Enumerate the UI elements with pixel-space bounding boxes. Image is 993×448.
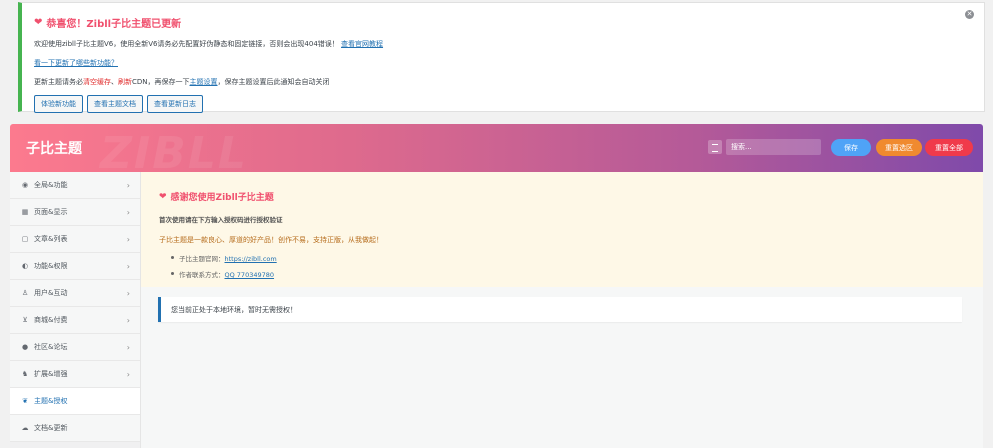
- search-input[interactable]: [726, 139, 821, 155]
- sidebar-item-extensions[interactable]: ♞ 扩展&增强 ›: [10, 361, 140, 388]
- sidebar: ◉ 全局&功能 › ▦ 页面&显示 › ▢ 文章&列表 › ◐ 功能&权限 › …: [10, 172, 141, 448]
- list-item: 作者联系方式：QQ 770349780: [171, 269, 965, 279]
- community-icon: ●: [21, 343, 29, 351]
- chevron-right-icon: ›: [126, 261, 130, 271]
- sidebar-item-global[interactable]: ◉ 全局&功能 ›: [10, 172, 140, 199]
- chevron-right-icon: ›: [126, 180, 130, 190]
- sidebar-item-users[interactable]: ♙ 用户&互动 ›: [10, 280, 140, 307]
- calendar-icon: ▦: [21, 208, 29, 216]
- update-notice: ❤ 恭喜您！Zibll子比主题已更新 欢迎使用zibll子比主题V6，使用全新V…: [18, 2, 985, 113]
- puzzle-icon: ♞: [21, 370, 29, 378]
- view-changelog-button[interactable]: 查看更新日志: [147, 95, 203, 113]
- list-item: 子比主题官网：https://zibll.com: [171, 253, 965, 263]
- notice-title-text: 恭喜您！Zibll子比主题已更新: [46, 19, 182, 30]
- cart-icon: ⊻: [22, 316, 28, 324]
- notice-line-3-f: ，再保存一下: [147, 78, 190, 86]
- chevron-right-icon: ›: [126, 342, 130, 352]
- sidebar-item-authorization[interactable]: ❦ 主题&授权: [10, 388, 140, 415]
- sidebar-item-label: 功能&权限: [34, 262, 68, 270]
- welcome-subtitle: 首次使用请在下方输入授权码进行授权验证: [159, 216, 283, 224]
- panel-header: ZIBLL 子比主题 保存 重置选区 重置全部: [10, 124, 983, 179]
- welcome-panel: ❤ 感谢您使用Zibll子比主题 首次使用请在下方输入授权码进行授权验证 子比主…: [141, 172, 983, 287]
- view-docs-button[interactable]: 查看主题文档: [87, 95, 143, 113]
- chevron-right-icon: ›: [126, 288, 130, 298]
- heart-icon: ❤: [159, 191, 167, 202]
- notice-line-3: 更新主题请务必清空缓存、刷新CDN，再保存一下主题设置，保存主题设置后此通知会自…: [34, 77, 972, 87]
- notice-line-3-c: 、: [111, 78, 118, 86]
- notice-line-3-h: ，保存主题设置后此通知会自动关闭: [217, 78, 330, 86]
- sidebar-item-posts[interactable]: ▢ 文章&列表 ›: [10, 226, 140, 253]
- menu-icon[interactable]: [708, 140, 722, 154]
- main-content: ❤ 感谢您使用Zibll子比主题 首次使用请在下方输入授权码进行授权验证 子比主…: [141, 172, 983, 448]
- contact-label: 作者联系方式：: [179, 271, 225, 279]
- sidebar-item-label: 全局&功能: [34, 181, 68, 189]
- try-new-features-button[interactable]: 体验新功能: [34, 95, 83, 113]
- chevron-right-icon: ›: [126, 207, 130, 217]
- license-info-box: 您当前正处于本地环境，暂时无需授权！: [158, 297, 962, 322]
- clear-cache-text: 清空缓存: [83, 78, 111, 86]
- sidebar-item-label: 扩展&增强: [34, 370, 68, 378]
- license-info-text: 您当前正处于本地环境，暂时无需授权！: [171, 305, 297, 314]
- globe-icon: ◉: [21, 181, 29, 189]
- user-icon: ♙: [21, 289, 29, 297]
- heart-icon: ❤: [34, 17, 43, 28]
- welcome-description: 子比主题是一款良心、厚道的好产品！创作不易，支持正版，从我做起！: [159, 236, 383, 244]
- brand-title: 子比主题: [26, 141, 82, 157]
- reset-selected-button[interactable]: 重置选区: [876, 139, 922, 156]
- sidebar-item-label: 主题&授权: [34, 397, 68, 405]
- welcome-title: ❤ 感谢您使用Zibll子比主题: [159, 190, 965, 204]
- sidebar-item-community[interactable]: ● 社区&论坛 ›: [10, 334, 140, 361]
- sidebar-item-label: 商城&付费: [34, 316, 68, 324]
- authorize-icon: ❦: [22, 397, 28, 405]
- chevron-right-icon: ›: [126, 234, 130, 244]
- cdn-text: CDN: [132, 78, 148, 86]
- sidebar-item-label: 用户&互动: [34, 289, 68, 297]
- close-icon[interactable]: ✕: [965, 10, 974, 19]
- notice-line-1-text: 欢迎使用zibll子比主题V6，使用全新V6请务必先配置好伪静态和固定链接，否则…: [34, 40, 339, 48]
- site-label: 子比主题官网：: [179, 255, 225, 263]
- chevron-right-icon: ›: [126, 315, 130, 325]
- notice-line-3-a: 更新主题请务必: [34, 78, 83, 86]
- notice-buttons: 体验新功能 查看主题文档 查看更新日志: [34, 95, 972, 113]
- search-box: [708, 138, 828, 156]
- sidebar-item-label: 文章&列表: [34, 235, 68, 243]
- sidebar-item-docs[interactable]: ☁ 文档&更新: [10, 415, 140, 442]
- sidebar-item-label: 文档&更新: [34, 424, 68, 432]
- book-icon: ▢: [21, 235, 29, 243]
- tutorial-link[interactable]: 查看官网教程: [341, 40, 383, 48]
- cloud-icon: ☁: [21, 424, 29, 432]
- new-features-link[interactable]: 看一下更新了哪些新功能？: [34, 59, 118, 67]
- author-contact-link[interactable]: QQ 770349780: [225, 271, 275, 279]
- sidebar-item-permissions[interactable]: ◐ 功能&权限 ›: [10, 253, 140, 280]
- notice-title: ❤ 恭喜您！Zibll子比主题已更新: [34, 15, 972, 30]
- sidebar-item-label: 社区&论坛: [34, 343, 68, 351]
- official-site-link[interactable]: https://zibll.com: [225, 255, 277, 263]
- sidebar-item-label: 页面&显示: [34, 208, 68, 216]
- notice-line-1: 欢迎使用zibll子比主题V6，使用全新V6请务必先配置好伪静态和固定链接，否则…: [34, 39, 972, 49]
- sidebar-item-shop[interactable]: ⊻ 商城&付费 ›: [10, 307, 140, 334]
- notice-line-2: 看一下更新了哪些新功能？: [34, 58, 972, 68]
- refresh-text: 刷新: [118, 78, 132, 86]
- contact-list: 子比主题官网：https://zibll.com 作者联系方式：QQ 77034…: [171, 253, 965, 279]
- reset-all-button[interactable]: 重置全部: [925, 139, 973, 156]
- theme-settings-link[interactable]: 主题设置: [190, 78, 218, 86]
- sidebar-item-page[interactable]: ▦ 页面&显示 ›: [10, 199, 140, 226]
- save-button[interactable]: 保存: [831, 139, 871, 156]
- shield-icon: ◐: [21, 262, 29, 270]
- chevron-right-icon: ›: [126, 369, 130, 379]
- welcome-title-text: 感谢您使用Zibll子比主题: [170, 193, 274, 203]
